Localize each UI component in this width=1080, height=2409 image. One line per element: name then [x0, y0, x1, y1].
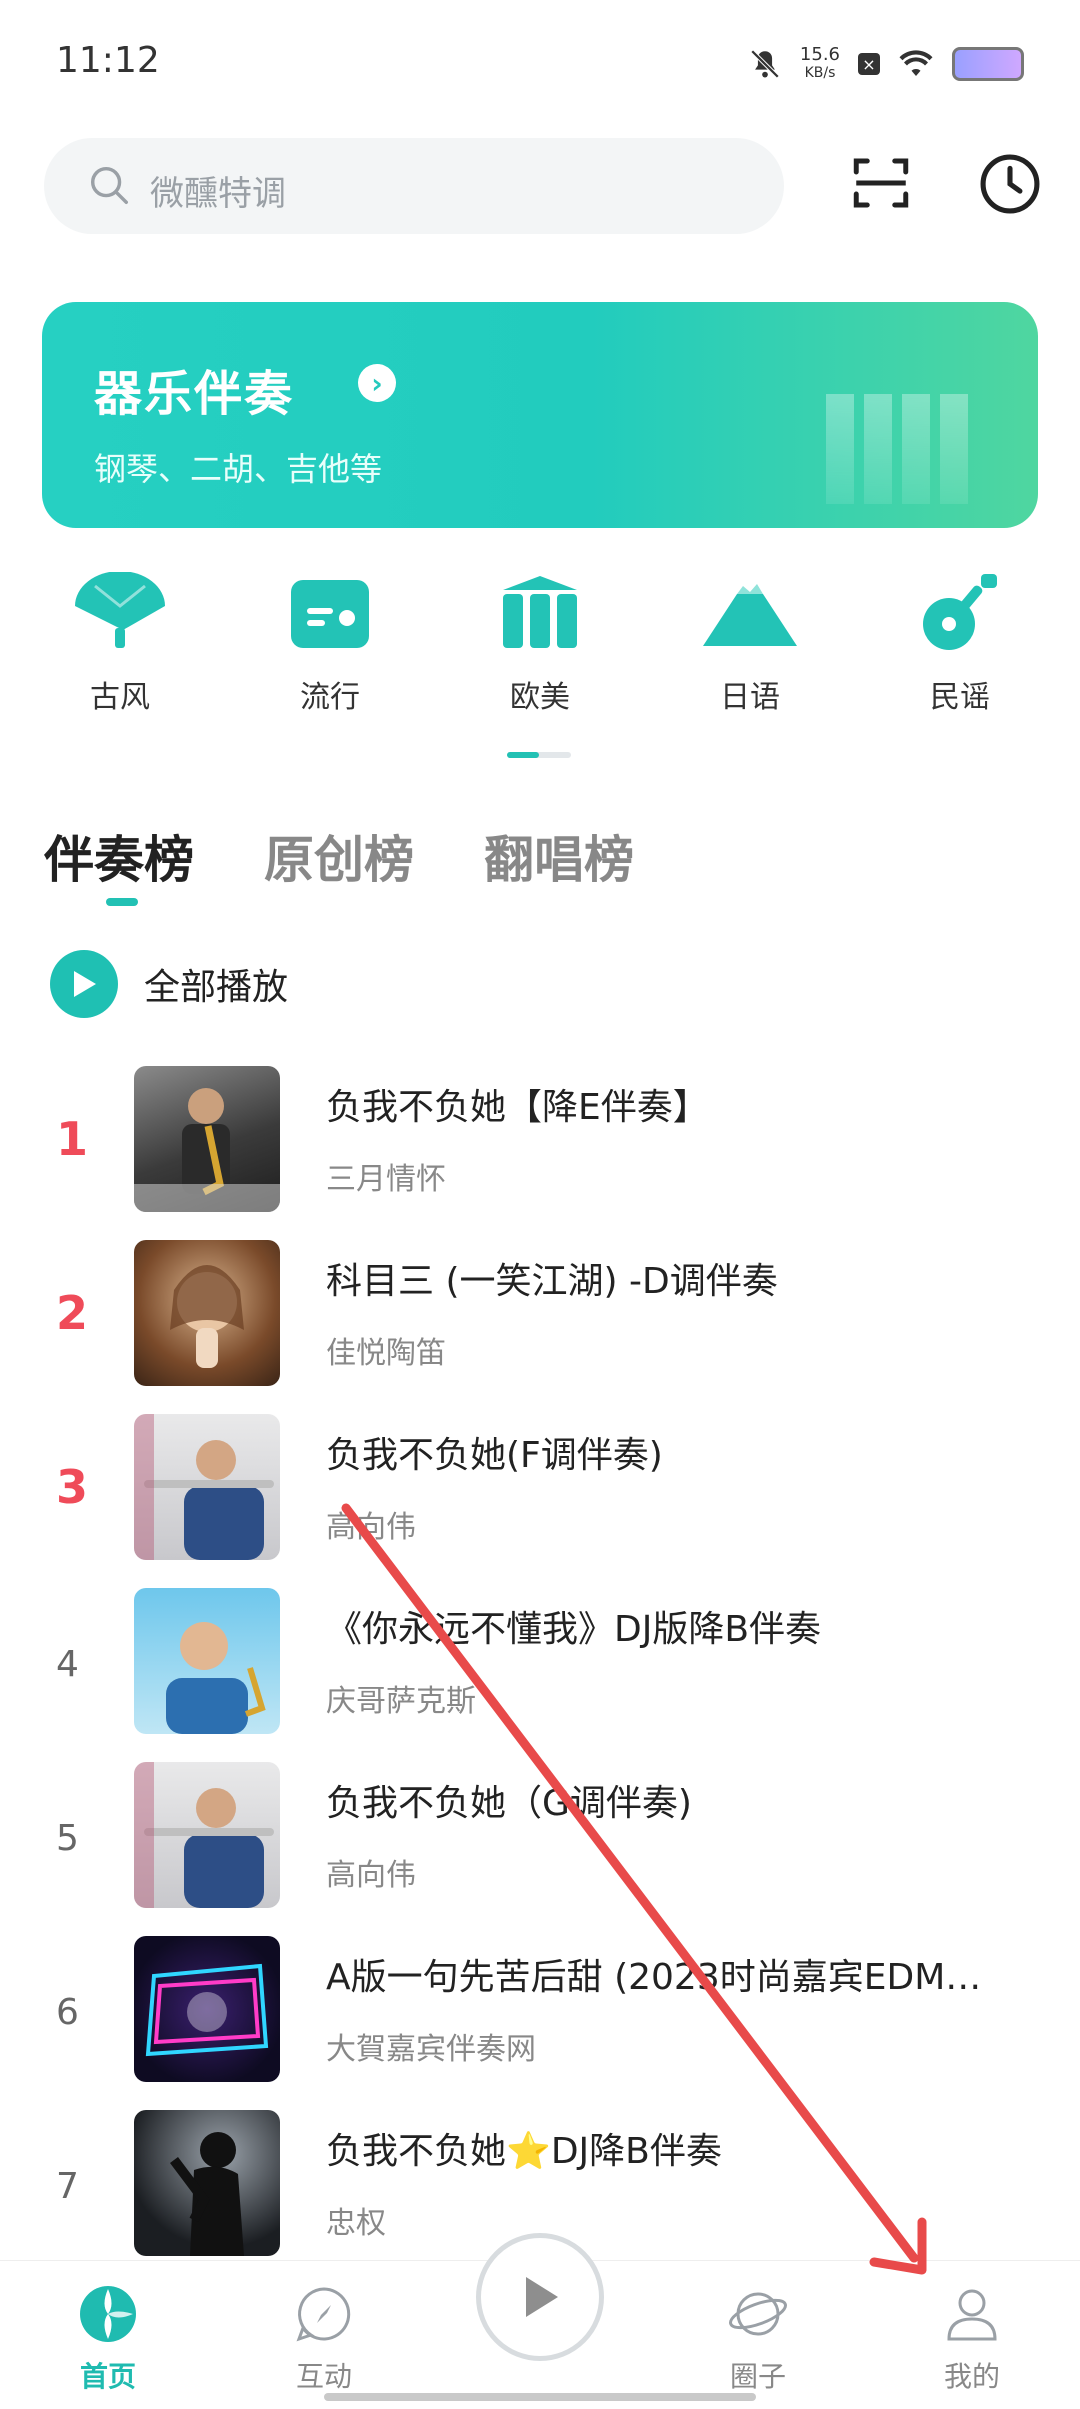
center-play-button[interactable]	[476, 2233, 604, 2361]
song-title: 负我不负她⭐DJ降B伴奏	[326, 2131, 722, 2172]
history-clock-icon[interactable]	[976, 150, 1044, 218]
chevron-right-icon: ›	[358, 364, 396, 402]
song-artist: 三月情怀	[326, 1162, 446, 1197]
mountain-icon	[703, 584, 797, 646]
home-indicator-bar	[324, 2393, 756, 2401]
bottom-navigation: 首页 互动 圈子 我的	[0, 2233, 1080, 2409]
nav-home[interactable]: 首页	[38, 2283, 178, 2395]
category-japanese[interactable]: 日语	[670, 572, 830, 716]
song-title: A版一句先苦后甜 (2023时尚嘉宾EDM…	[326, 1957, 982, 1998]
battery-icon	[952, 47, 1024, 81]
category-page-indicator	[507, 752, 571, 758]
song-artist: 忠权	[326, 2206, 386, 2241]
song-title: 《你永远不懂我》DJ版降B伴奏	[326, 1609, 822, 1650]
list-item[interactable]: 1 负我不负她【降E伴奏】 三月情怀	[0, 1066, 1080, 1240]
category-folk[interactable]: 民谣	[880, 572, 1040, 716]
rank-number: 7	[56, 2166, 79, 2207]
song-artist: 大賀嘉宾伴奏网	[326, 2032, 536, 2067]
song-title: 科目三 (一笑江湖) -D调伴奏	[326, 1261, 778, 1302]
status-icons: 15.6 KB/s ×	[748, 40, 1024, 88]
radio-icon	[291, 580, 369, 648]
tab-active-underline	[106, 898, 138, 906]
nav-mine[interactable]: 我的	[902, 2283, 1042, 2395]
tab-original-chart[interactable]: 原创榜	[264, 820, 414, 892]
planet-icon	[729, 2292, 787, 2336]
category-western[interactable]: 欧美	[460, 572, 620, 716]
cover-image	[134, 1762, 280, 1908]
fan-icon	[75, 572, 165, 648]
list-item[interactable]: 5 负我不负她（G调伴奏) 高向伟	[0, 1762, 1080, 1936]
play-all-button[interactable]: 全部播放	[50, 950, 288, 1018]
list-item[interactable]: 4 《你永远不懂我》DJ版降B伴奏 庆哥萨克斯	[0, 1588, 1080, 1762]
rank-number: 6	[56, 1992, 79, 2033]
compass-bubble-icon	[296, 2287, 351, 2342]
song-title: 负我不负她【降E伴奏】	[326, 1087, 709, 1128]
cover-image	[134, 1588, 280, 1734]
rank-number: 5	[56, 1818, 79, 1859]
song-artist: 高向伟	[326, 1510, 416, 1545]
rank-number: 3	[56, 1460, 89, 1514]
play-all-label: 全部播放	[144, 967, 289, 1008]
list-item[interactable]: 6 A版一句先苦后甜 (2023时尚嘉宾EDM… 大賀嘉宾伴奏网	[0, 1936, 1080, 2110]
cover-image	[134, 1066, 280, 1212]
search-placeholder: 微醺特调	[150, 174, 286, 214]
song-artist: 高向伟	[326, 1858, 416, 1893]
nav-interact[interactable]: 互动	[254, 2283, 394, 2395]
instrumental-banner[interactable]: 器乐伴奏 › 钢琴、二胡、吉他等	[42, 302, 1038, 528]
wifi-icon	[899, 50, 933, 76]
category-gufeng[interactable]: 古风	[40, 572, 200, 716]
song-artist: 佳悦陶笛	[326, 1336, 446, 1371]
banner-subtitle: 钢琴、二胡、吉他等	[94, 450, 383, 488]
cover-image	[134, 1240, 280, 1386]
cover-image	[134, 2110, 280, 2256]
song-title: 负我不负她(F调伴奏)	[326, 1435, 663, 1476]
guitar-icon	[923, 574, 997, 650]
list-item[interactable]: 2 科目三 (一笑江湖) -D调伴奏 佳悦陶笛	[0, 1240, 1080, 1414]
rank-number: 4	[56, 1644, 79, 1685]
cover-image	[134, 1414, 280, 1560]
banner-title: 器乐伴奏	[94, 366, 295, 422]
tab-cover-chart[interactable]: 翻唱榜	[484, 820, 634, 892]
rank-number: 2	[56, 1286, 89, 1340]
search-bar[interactable]: 微醺特调	[44, 138, 784, 234]
status-bar: 11:12 15.6 KB/s ×	[0, 0, 1080, 120]
song-title: 负我不负她（G调伴奏)	[326, 1783, 692, 1824]
home-logo-icon	[80, 2286, 136, 2342]
nav-circle[interactable]: 圈子	[688, 2283, 828, 2395]
network-speed: 15.6 KB/s	[799, 44, 840, 82]
piano-keys-decoration	[826, 394, 968, 504]
chart-tabs: 伴奏榜 原创榜 翻唱榜	[44, 820, 634, 892]
play-icon	[526, 2277, 558, 2317]
song-list: 1 负我不负她【降E伴奏】 三月情怀 2 科目三 (一笑江湖) -D调伴奏 佳悦…	[0, 1066, 1080, 2284]
tab-accompaniment-chart[interactable]: 伴奏榜	[44, 820, 194, 892]
play-circle-icon	[50, 950, 118, 1018]
scan-icon[interactable]	[848, 150, 914, 216]
mute-bell-icon	[750, 49, 780, 79]
song-artist: 庆哥萨克斯	[326, 1684, 476, 1719]
rank-number: 1	[56, 1112, 89, 1166]
list-item[interactable]: 3 负我不负她(F调伴奏) 高向伟	[0, 1414, 1080, 1588]
columns-icon	[503, 576, 577, 648]
category-row: 古风 流行 欧美 日语 民谣	[40, 572, 1040, 716]
cover-image	[134, 1936, 280, 2082]
category-pop[interactable]: 流行	[250, 572, 410, 716]
close-box-icon: ×	[858, 53, 880, 75]
search-icon	[90, 166, 128, 204]
status-time: 11:12	[56, 40, 160, 81]
user-icon	[947, 2289, 997, 2341]
